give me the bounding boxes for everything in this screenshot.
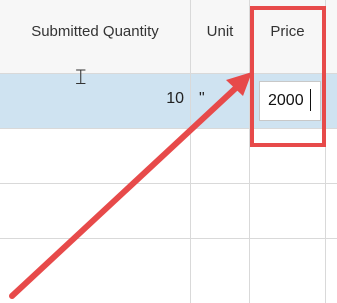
submitted-quantity-value: 10 bbox=[166, 90, 184, 107]
empty-row-1-col-3[interactable] bbox=[250, 129, 326, 184]
empty-row-1-col-2[interactable] bbox=[191, 129, 250, 184]
row-1-extra bbox=[326, 74, 337, 129]
empty-row-2-col-3[interactable] bbox=[250, 184, 326, 239]
unit-value: " bbox=[199, 90, 205, 107]
header-submitted-quantity[interactable]: Submitted Quantity bbox=[0, 0, 191, 74]
empty-row-3-col-3[interactable] bbox=[250, 239, 326, 303]
header-unit[interactable]: Unit bbox=[191, 0, 250, 74]
header-price-label: Price bbox=[270, 23, 305, 40]
table-screenshot: Submitted Quantity Unit Price 10 " 𝙸 bbox=[0, 0, 337, 303]
price-input[interactable] bbox=[259, 81, 321, 121]
header-extra bbox=[326, 0, 337, 74]
text-caret bbox=[310, 89, 311, 111]
header-unit-label: Unit bbox=[206, 23, 234, 40]
empty-row-3-col-4 bbox=[326, 239, 337, 303]
empty-row-2-col-2[interactable] bbox=[191, 184, 250, 239]
text-cursor-icon: 𝙸 bbox=[73, 64, 89, 89]
empty-row-2-col-4 bbox=[326, 184, 337, 239]
header-submitted-quantity-label: Submitted Quantity bbox=[31, 23, 159, 40]
row-1-submitted-quantity[interactable]: 10 bbox=[0, 74, 191, 129]
empty-row-3-col-2[interactable] bbox=[191, 239, 250, 303]
empty-row-3-col-1[interactable] bbox=[0, 239, 191, 303]
row-1-unit[interactable]: " bbox=[191, 74, 250, 129]
empty-row-1-col-1[interactable] bbox=[0, 129, 191, 184]
header-price[interactable]: Price bbox=[250, 0, 326, 74]
empty-row-2-col-1[interactable] bbox=[0, 184, 191, 239]
empty-row-1-col-4 bbox=[326, 129, 337, 184]
